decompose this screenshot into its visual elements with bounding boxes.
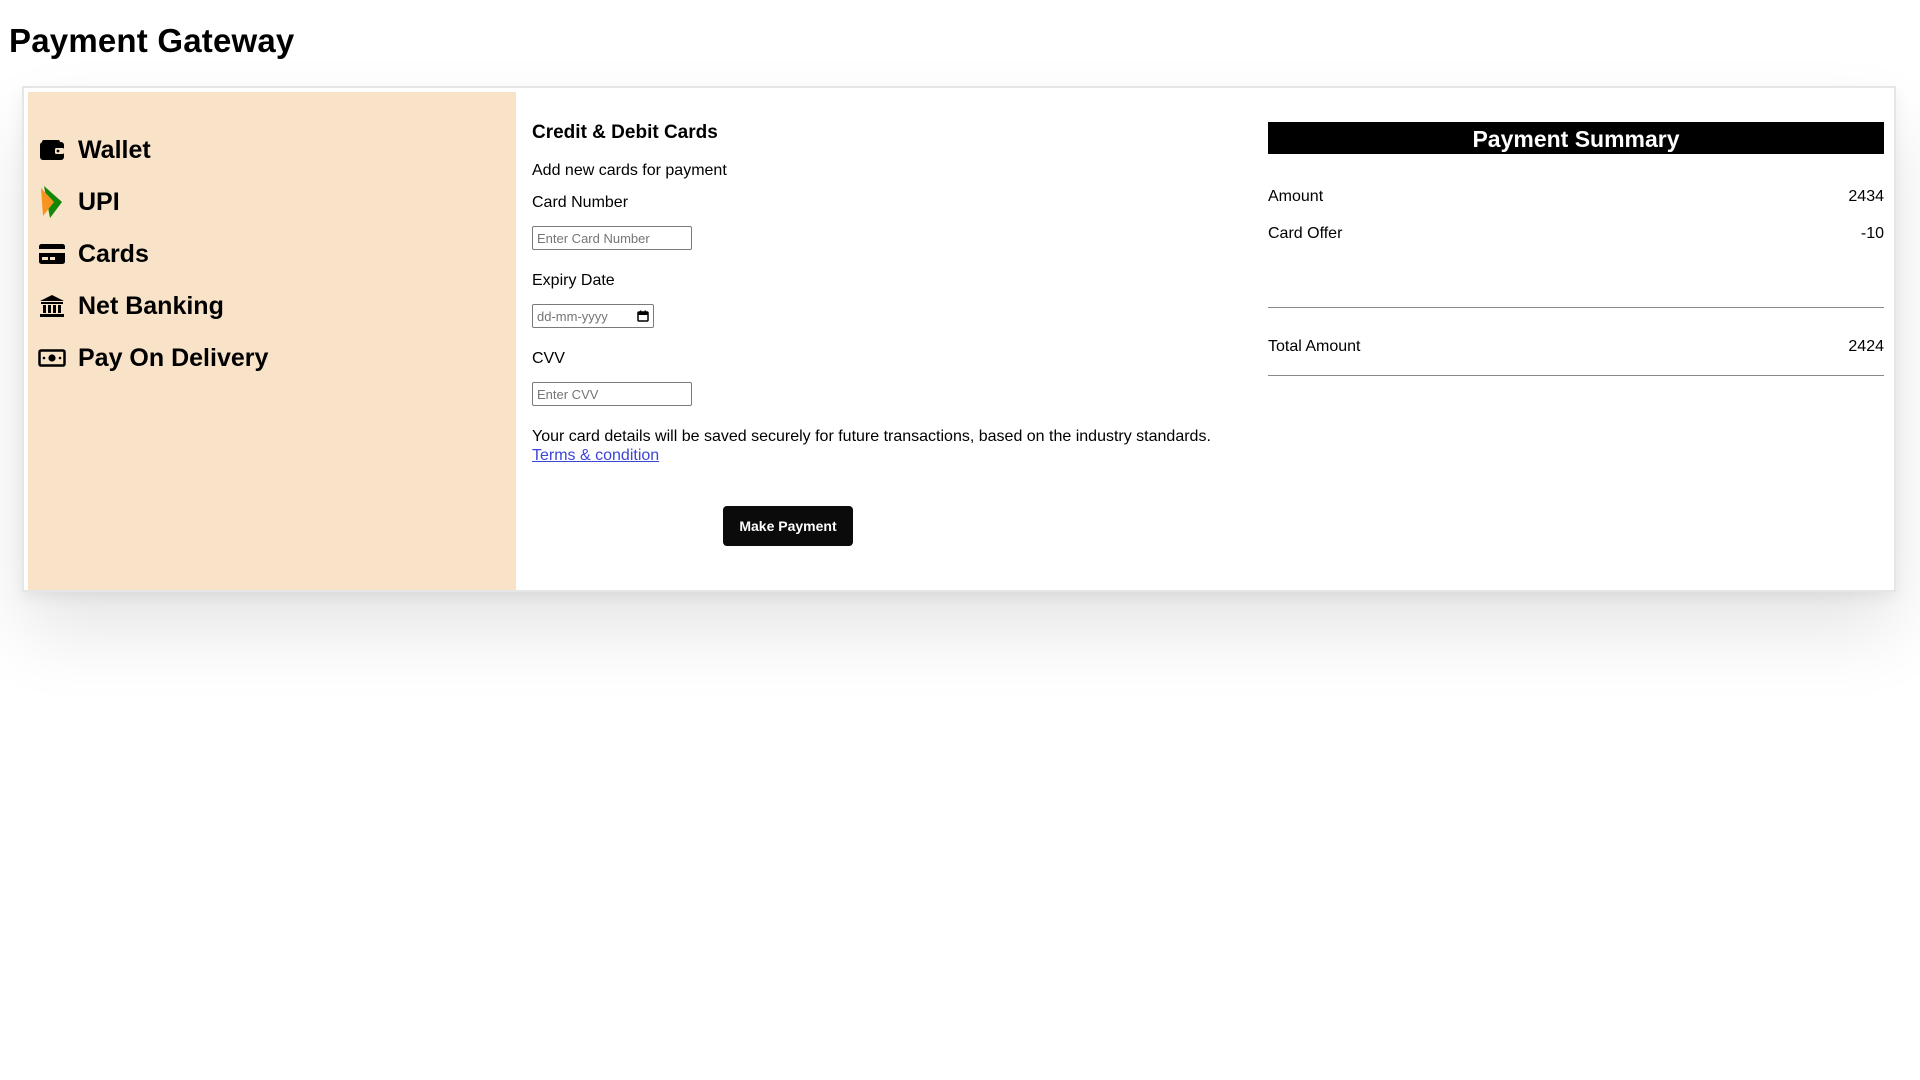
upi-icon	[38, 186, 66, 218]
summary-row-value: 2434	[1848, 188, 1884, 205]
cvv-input[interactable]	[532, 382, 692, 406]
summary-row-label: Card Offer	[1268, 225, 1343, 242]
wallet-icon	[38, 136, 66, 164]
summary-row-amount: Amount 2434	[1268, 188, 1884, 208]
credit-card-icon	[38, 240, 66, 268]
cvv-label: CVV	[532, 350, 565, 367]
sidebar-item-label: Wallet	[78, 135, 151, 164]
security-notice: Your card details will be saved securely…	[532, 428, 1211, 445]
cash-icon	[38, 344, 66, 372]
calendar-icon[interactable]	[637, 309, 649, 322]
sidebar-item-net-banking[interactable]: Net Banking	[28, 280, 516, 332]
terms-link[interactable]: Terms & condition	[532, 447, 659, 464]
bank-icon	[38, 292, 66, 320]
sidebar-item-upi[interactable]: UPI	[28, 176, 516, 228]
sidebar-item-label: Net Banking	[78, 291, 224, 320]
expiry-date-wrapper	[532, 304, 654, 328]
form-subheading: Add new cards for payment	[532, 162, 727, 179]
total-amount-value: 2424	[1848, 338, 1884, 355]
card-number-input[interactable]	[532, 226, 692, 250]
sidebar-item-label: Pay On Delivery	[78, 343, 269, 372]
sidebar-item-label: Cards	[78, 239, 149, 268]
sidebar-item-wallet[interactable]: Wallet	[28, 124, 516, 176]
sidebar-item-cards[interactable]: Cards	[28, 228, 516, 280]
summary-row-card-offer: Card Offer -10	[1268, 225, 1884, 245]
summary-divider	[1268, 307, 1884, 308]
card-number-label: Card Number	[532, 194, 629, 211]
payment-summary: Payment Summary Amount 2434 Card Offer -…	[1268, 122, 1884, 376]
form-heading: Credit & Debit Cards	[532, 122, 718, 143]
summary-row-total: Total Amount 2424	[1268, 338, 1884, 358]
make-payment-button[interactable]: Make Payment	[723, 506, 853, 546]
card-payment-form: Credit & Debit Cards Add new cards for p…	[532, 122, 1252, 465]
payment-card-container: Wallet UPI Cards Net Banking Pay On Deli…	[22, 86, 1896, 592]
expiry-date-label: Expiry Date	[532, 272, 615, 289]
page-title: Payment Gateway	[9, 22, 295, 59]
sidebar-item-label: UPI	[78, 187, 120, 216]
summary-row-label: Amount	[1268, 188, 1324, 205]
total-amount-label: Total Amount	[1268, 338, 1361, 355]
summary-title: Payment Summary	[1268, 122, 1884, 154]
summary-row-value: -10	[1860, 225, 1884, 242]
payment-methods-sidebar: Wallet UPI Cards Net Banking Pay On Deli…	[28, 92, 516, 590]
expiry-date-input[interactable]	[532, 304, 654, 328]
summary-divider	[1268, 375, 1884, 376]
sidebar-item-pay-on-delivery[interactable]: Pay On Delivery	[28, 332, 516, 384]
